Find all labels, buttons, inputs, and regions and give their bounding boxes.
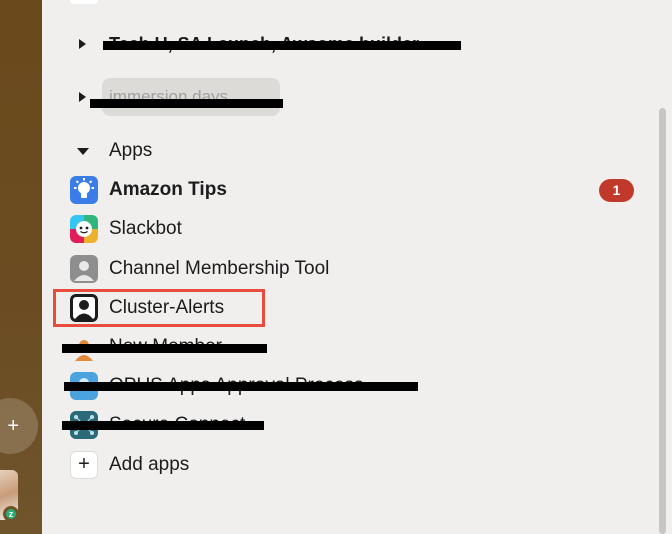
redaction-bar (90, 99, 283, 108)
app-label: Channel Membership Tool (109, 258, 330, 279)
app-label: Slackbot (109, 218, 182, 239)
app-item-new-member[interactable]: New Member (42, 329, 642, 365)
add-apps-label: Add apps (109, 454, 190, 475)
app-label: Amazon Tips (109, 179, 227, 200)
caret-down-icon[interactable] (77, 147, 89, 155)
app-item-opus-apps[interactable]: OPUS Apps Approval Process (42, 368, 642, 404)
unread-badge: 1 (599, 179, 634, 202)
sidebar-section-immersion-days[interactable]: immersion days (42, 79, 642, 115)
app-item-amazon-tips[interactable]: Amazon Tips (42, 172, 642, 208)
top-item-chip[interactable] (70, 0, 98, 4)
section-label: Apps (109, 140, 153, 161)
app-item-channel-membership-tool[interactable]: Channel Membership Tool (42, 251, 642, 287)
slackbot-icon (70, 215, 98, 243)
sidebar-section-apps[interactable]: Apps (42, 133, 642, 169)
scrollbar[interactable] (654, 0, 672, 534)
scrollbar-thumb[interactable] (659, 108, 666, 534)
lightbulb-icon (70, 176, 98, 204)
add-apps-button[interactable]: Add apps (42, 447, 642, 483)
caret-right-icon[interactable] (79, 92, 86, 102)
redaction-bar (62, 344, 267, 353)
add-workspace-button[interactable]: + (0, 398, 38, 454)
redaction-bar (103, 41, 461, 50)
app-item-slackbot[interactable]: Slackbot (42, 211, 642, 247)
workspace-rail: + z (0, 0, 42, 534)
sidebar-section-tech-u[interactable]: Tech U, SA Launch, Awsome builder (42, 26, 642, 62)
sidebar: Tech U, SA Launch, Awsome builder immers… (42, 0, 672, 534)
caret-right-icon[interactable] (79, 39, 86, 49)
presence-icon: z (3, 506, 19, 522)
highlight-box (53, 289, 265, 327)
default-app-icon (70, 255, 98, 283)
redaction-bar (62, 421, 264, 430)
app-item-secure-connect[interactable]: Secure Connect (42, 407, 642, 443)
redaction-bar (64, 382, 418, 391)
